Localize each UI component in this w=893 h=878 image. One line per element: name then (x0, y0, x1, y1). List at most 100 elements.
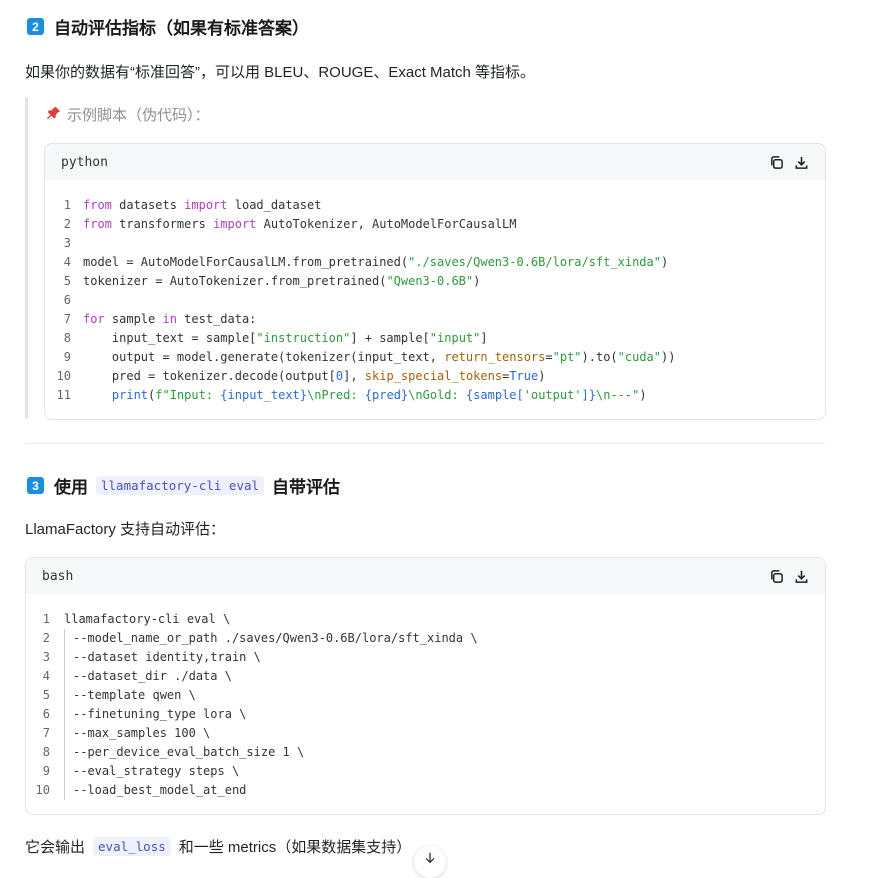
code-text: tokenizer = AutoTokenizer.from_pretraine… (83, 274, 481, 288)
code-line: 1 llamafactory-cli eval \ (26, 610, 825, 629)
code-text: llamafactory-cli eval \ (64, 612, 231, 626)
code-header: bash (26, 558, 825, 594)
number-badge-3: 3 (27, 477, 44, 494)
indent-guide (64, 705, 65, 724)
code-text: output = model.generate(tokenizer(input_… (83, 350, 676, 364)
scroll-to-bottom-button[interactable] (414, 846, 446, 878)
pushpin-icon (47, 106, 61, 123)
code-text: --dataset identity,train \ (73, 650, 261, 664)
bash-code-block: bash 1 llamafactory-cli eval \ 2 --model_na… (25, 557, 826, 815)
line-number: 2 (63, 217, 71, 231)
indent-guide (64, 667, 65, 686)
number-badge-2: 2 (27, 18, 44, 35)
indent-guide (64, 743, 65, 762)
code-line: 2 from transformers import AutoTokenizer,… (45, 215, 825, 234)
code-line: 9 --eval_strategy steps \ (26, 762, 825, 781)
line-number: 6 (42, 707, 50, 721)
code-text: --finetuning_type lora \ (73, 707, 247, 721)
copy-icon[interactable] (769, 569, 784, 584)
line-number: 11 (56, 388, 71, 402)
section-2-description: 如果你的数据有“标准回答”，可以用 BLEU、ROUGE、Exact Match… (25, 64, 536, 81)
code-line: 10 pred = tokenizer.decode(output[0], sk… (45, 367, 825, 386)
quote-label-text: 示例脚本（伪代码）： (67, 107, 210, 124)
download-icon[interactable] (794, 155, 809, 170)
footer-text: 它会输出 eval_loss 和一些 metrics（如果数据集支持） (25, 836, 411, 857)
section-2-title: 自动评估指标（如果有标准答案） (54, 19, 309, 38)
line-number: 9 (42, 764, 50, 778)
line-number: 5 (42, 688, 50, 702)
code-text: from datasets import load_dataset (83, 198, 322, 212)
code-text: model = AutoModelForCausalLM.from_pretra… (83, 255, 669, 269)
section-3-description: LlamaFactory 支持自动评估： (25, 521, 226, 538)
line-number: 8 (63, 331, 71, 345)
code-text: pred = tokenizer.decode(output[0], skip_… (83, 369, 546, 383)
code-line: 3 (45, 234, 825, 253)
section-3-title-prefix: 使用 (54, 478, 88, 497)
line-number: 6 (63, 293, 71, 307)
line-number: 3 (63, 236, 71, 250)
code-text: print(f"Input: {input_text}\nPred: {pred… (83, 388, 647, 402)
indent-guide (64, 648, 65, 667)
code-text: for sample in test_data: (83, 312, 257, 326)
line-number: 10 (35, 783, 50, 797)
line-number: 3 (42, 650, 50, 664)
code-text: --dataset_dir ./data \ (73, 669, 232, 683)
inline-code-cli: llamafactory-cli eval (96, 476, 265, 495)
code-line: 9 output = model.generate(tokenizer(inpu… (45, 348, 825, 367)
example-blockquote: 示例脚本（伪代码）： python 1 from datasets import … (25, 97, 828, 420)
footer-suffix: 和一些 metrics（如果数据集支持） (178, 839, 412, 856)
line-number: 2 (42, 631, 50, 645)
indent-guide (64, 781, 65, 800)
code-language-label: bash (42, 568, 74, 584)
code-header: python (45, 144, 825, 180)
section-3-heading: 3 使用 llamafactory-cli eval 自带评估 (27, 473, 340, 498)
line-number: 4 (63, 255, 71, 269)
code-line: 4 --dataset_dir ./data \ (26, 667, 825, 686)
copy-icon[interactable] (769, 155, 784, 170)
code-text: --model_name_or_path ./saves/Qwen3-0.6B/… (73, 631, 478, 645)
line-number: 10 (56, 369, 71, 383)
code-text: --eval_strategy steps \ (73, 764, 240, 778)
code-text: --per_device_eval_batch_size 1 \ (73, 745, 305, 759)
line-number: 9 (63, 350, 71, 364)
code-text: --template qwen \ (73, 688, 196, 702)
indent-guide (64, 629, 65, 648)
inline-code-eval-loss: eval_loss (93, 837, 171, 856)
bash-code-body: 1 llamafactory-cli eval \ 2 --model_name_or… (26, 594, 825, 800)
code-language-label: python (61, 154, 108, 170)
python-code-block: python 1 from datasets import load_datase… (44, 143, 826, 420)
code-line: 7 --max_samples 100 \ (26, 724, 825, 743)
code-text: --load_best_model_at_end (73, 783, 247, 797)
line-number: 1 (63, 198, 71, 212)
code-line: 8 input_text = sample["instruction"] + s… (45, 329, 825, 348)
code-text: --max_samples 100 \ (73, 726, 211, 740)
section-3-title-suffix: 自带评估 (272, 478, 341, 497)
indent-guide (64, 686, 65, 705)
quote-label: 示例脚本（伪代码）： (47, 104, 210, 125)
line-number: 8 (42, 745, 50, 759)
code-line: 7 for sample in test_data: (45, 310, 825, 329)
indent-guide (64, 724, 65, 743)
download-icon[interactable] (794, 569, 809, 584)
code-line: 8 --per_device_eval_batch_size 1 \ (26, 743, 825, 762)
code-line: 10 --load_best_model_at_end (26, 781, 825, 800)
line-number: 4 (42, 669, 50, 683)
code-line: 11 print(f"Input: {input_text}\nPred: {p… (45, 386, 825, 405)
code-text: from transformers import AutoTokenizer, … (83, 217, 517, 231)
section-2-heading: 2 自动评估指标（如果有标准答案） (27, 14, 309, 39)
indent-guide (64, 762, 65, 781)
arrow-down-icon (423, 851, 437, 870)
code-line: 3 --dataset identity,train \ (26, 648, 825, 667)
line-number: 7 (63, 312, 71, 326)
code-line: 6 --finetuning_type lora \ (26, 705, 825, 724)
footer-prefix: 它会输出 (25, 839, 86, 856)
code-line: 5 tokenizer = AutoTokenizer.from_pretrain… (45, 272, 825, 291)
code-line: 2 --model_name_or_path ./saves/Qwen3-0.6B… (26, 629, 825, 648)
line-number: 1 (42, 612, 50, 626)
python-code-body: 1 from datasets import load_dataset 2 from … (45, 180, 825, 405)
line-number: 7 (42, 726, 50, 740)
section-divider (25, 443, 825, 444)
code-line: 1 from datasets import load_dataset (45, 196, 825, 215)
code-line: 5 --template qwen \ (26, 686, 825, 705)
code-line: 4 model = AutoModelForCausalLM.from_pretr… (45, 253, 825, 272)
